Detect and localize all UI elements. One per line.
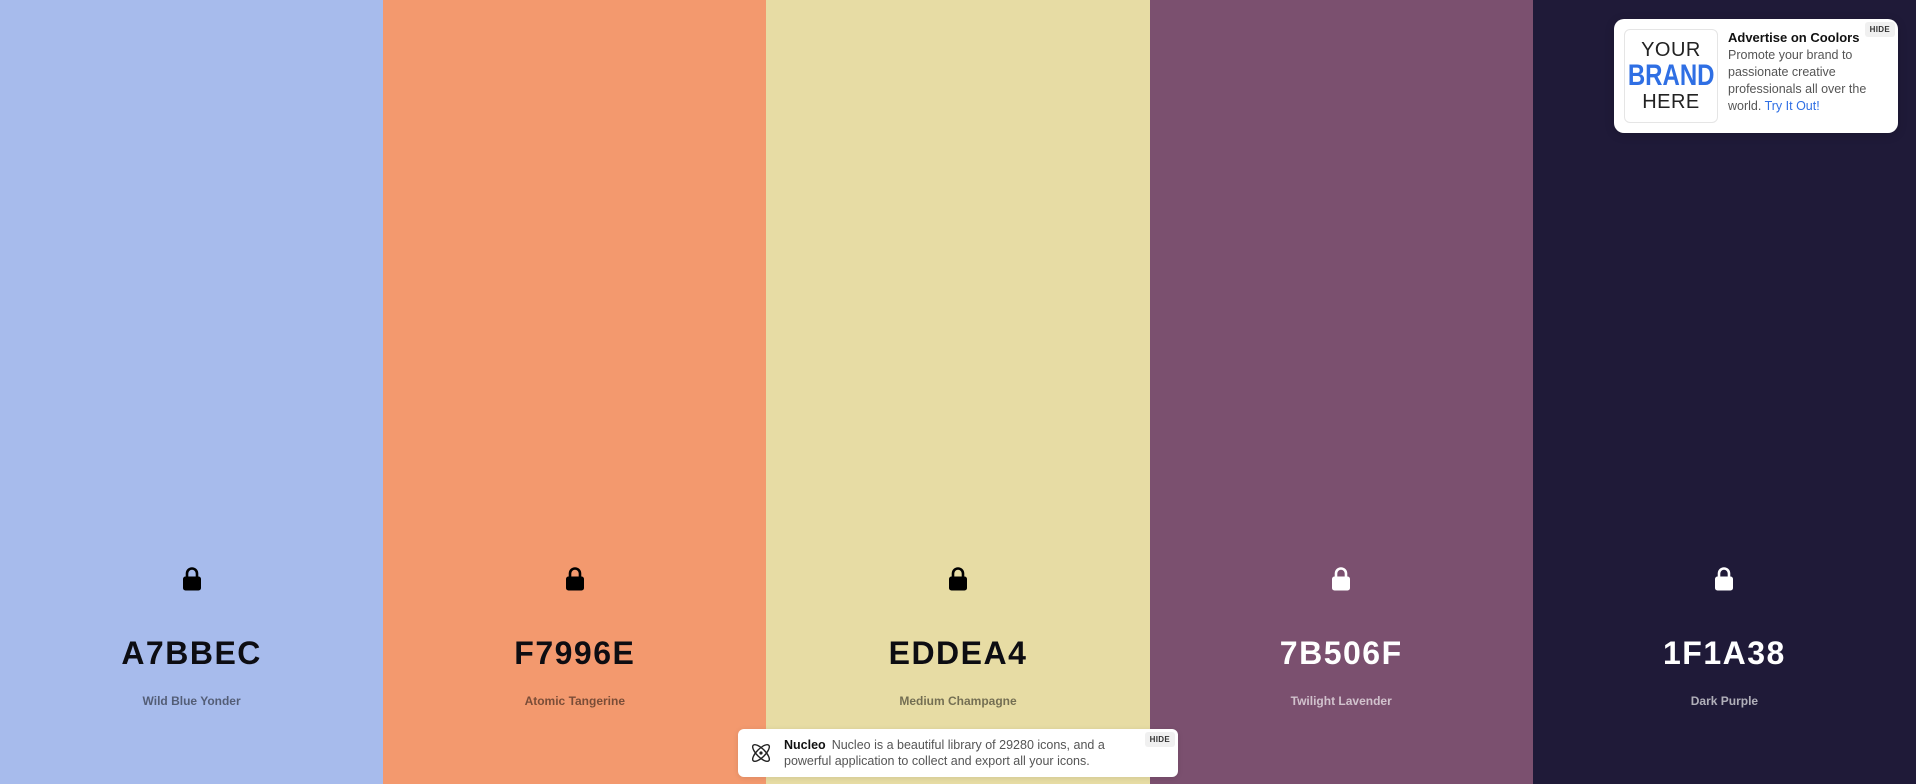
hex-code[interactable]: F7996E: [383, 635, 766, 672]
lock-icon[interactable]: [181, 566, 203, 592]
color-swatch-1[interactable]: A7BBEC Wild Blue Yonder: [0, 0, 384, 784]
hex-code[interactable]: EDDEA4: [766, 635, 1149, 672]
ad-link[interactable]: Try It Out!: [1765, 99, 1820, 113]
brand-text-your: YOUR: [1641, 39, 1701, 61]
color-name: Twilight Lavender: [1290, 694, 1392, 708]
notice-text-block: Nucleo Nucleo is a beautiful library of 2…: [784, 737, 1168, 769]
color-name: Medium Champagne: [899, 694, 1017, 708]
lock-icon[interactable]: [564, 566, 586, 592]
lock-icon[interactable]: [1330, 566, 1352, 592]
lock-icon[interactable]: [947, 566, 969, 592]
notice-title: Nucleo: [784, 738, 826, 752]
sponsor-notice[interactable]: Nucleo Nucleo is a beautiful library of 2…: [738, 729, 1178, 777]
ad-body: Advertise on Coolors Promote your brand …: [1718, 29, 1888, 123]
notice-text: Nucleo is a beautiful library of 29280 i…: [784, 738, 1105, 768]
ad-title: Advertise on Coolors: [1728, 30, 1860, 45]
ad-hide-button[interactable]: HIDE: [1864, 22, 1895, 37]
color-swatch-4[interactable]: 7B506F Twilight Lavender: [1149, 0, 1533, 784]
hex-code[interactable]: 1F1A38: [1533, 635, 1916, 672]
color-name: Atomic Tangerine: [524, 694, 626, 708]
notice-hide-button[interactable]: HIDE: [1144, 732, 1175, 747]
brand-text-here: HERE: [1642, 91, 1700, 113]
brand-text-brand: BRAND: [1627, 59, 1715, 92]
nucleo-atom-icon: [748, 740, 774, 766]
brand-placeholder-logo[interactable]: YOUR BRAND HERE: [1624, 29, 1718, 123]
color-name: Dark Purple: [1690, 694, 1759, 708]
advertisement-card[interactable]: YOUR BRAND HERE Advertise on Coolors Pro…: [1614, 19, 1898, 133]
color-palette: A7BBEC Wild Blue Yonder F7996E Atomic Ta…: [0, 0, 1916, 784]
color-swatch-2[interactable]: F7996E Atomic Tangerine: [383, 0, 767, 784]
lock-icon[interactable]: [1713, 566, 1735, 592]
hex-code[interactable]: A7BBEC: [0, 635, 383, 672]
hex-code[interactable]: 7B506F: [1150, 635, 1533, 672]
color-name: Wild Blue Yonder: [142, 694, 241, 708]
color-swatch-3[interactable]: EDDEA4 Medium Champagne: [766, 0, 1150, 784]
